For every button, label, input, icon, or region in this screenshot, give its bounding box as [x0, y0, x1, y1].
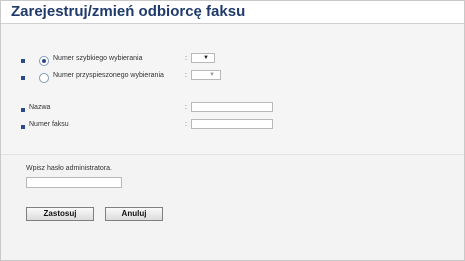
- colon: :: [185, 72, 187, 79]
- quick-dial-radio[interactable]: [39, 73, 49, 83]
- quick-dial-row: Numer przyspieszonego wybierania : ▼: [1, 70, 464, 86]
- speed-dial-select[interactable]: ▼: [191, 53, 215, 63]
- speed-dial-radio[interactable]: [39, 56, 49, 66]
- cancel-button[interactable]: Anuluj: [105, 207, 163, 221]
- chevron-down-icon: ▼: [209, 72, 215, 78]
- square-bullet-icon: [21, 125, 25, 129]
- quick-dial-select[interactable]: ▼: [191, 70, 221, 80]
- recipient-form-section: Numer szybkiego wybierania : ▼ Numer prz…: [1, 24, 464, 154]
- name-row: Nazwa :: [1, 102, 464, 118]
- fax-number-label: Numer faksu: [29, 121, 69, 128]
- quick-dial-label: Numer przyspieszonego wybierania: [53, 72, 164, 79]
- fax-number-row: Numer faksu :: [1, 119, 464, 135]
- name-label: Nazwa: [29, 104, 51, 111]
- page-title: Zarejestruj/zmień odbiorcę faksu: [11, 3, 246, 20]
- colon: :: [185, 55, 187, 62]
- fax-number-input[interactable]: [191, 119, 273, 129]
- admin-section: Wpisz hasło administratora. Zastosuj Anu…: [1, 154, 464, 260]
- speed-dial-row: Numer szybkiego wybierania : ▼: [1, 53, 464, 69]
- chevron-down-icon: ▼: [203, 55, 209, 61]
- name-input[interactable]: [191, 102, 273, 112]
- square-bullet-icon: [21, 108, 25, 112]
- admin-password-input[interactable]: [26, 177, 122, 188]
- square-bullet-icon: [21, 59, 25, 63]
- colon: :: [185, 121, 187, 128]
- admin-password-label: Wpisz hasło administratora.: [26, 165, 112, 172]
- apply-button[interactable]: Zastosuj: [26, 207, 94, 221]
- page-header: Zarejestruj/zmień odbiorcę faksu: [1, 1, 464, 24]
- speed-dial-label: Numer szybkiego wybierania: [53, 55, 143, 62]
- square-bullet-icon: [21, 76, 25, 80]
- colon: :: [185, 104, 187, 111]
